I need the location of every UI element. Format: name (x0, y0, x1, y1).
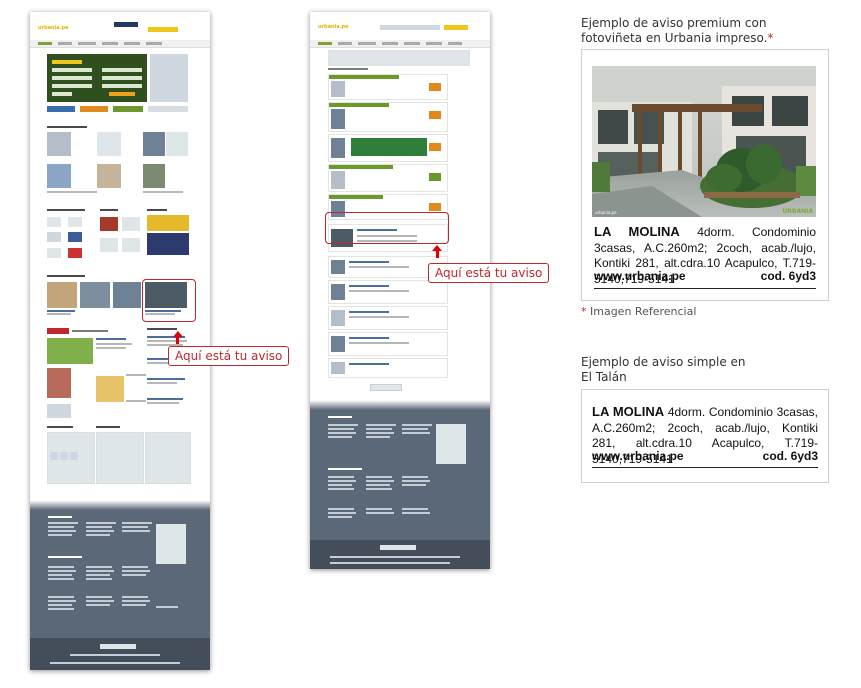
footer-bottom (310, 540, 490, 569)
listing-banner (328, 134, 448, 162)
results-screenshot: urbania.pe (310, 12, 490, 569)
header-banner (444, 25, 468, 30)
image-footnote: * Imagen Referencial (581, 305, 696, 318)
quick-link-blue (47, 106, 75, 112)
main-nav (30, 40, 210, 48)
premium-caption-asterisk: * (767, 31, 774, 45)
simple-caption: Ejemplo de aviso simple en El Talán (581, 355, 746, 385)
section-featured-projects (47, 126, 87, 128)
house-photo (592, 66, 816, 217)
main-nav (310, 40, 490, 48)
site-header: urbania.pe (310, 12, 490, 41)
sidebar-box (145, 432, 191, 484)
header-search (380, 25, 440, 30)
photo-credit: urbania.pe (595, 210, 617, 215)
section-real-estate-companies (47, 209, 85, 211)
project-thumb (97, 132, 121, 156)
footer-bottom (30, 638, 210, 670)
homepage-screenshot: urbania.pe (30, 12, 210, 670)
project-thumb (47, 164, 71, 188)
skyline (310, 396, 490, 410)
project-thumb (166, 132, 188, 156)
section-facebook (47, 426, 73, 428)
section-twitter (96, 426, 120, 428)
quick-link-orange (80, 106, 108, 112)
premium-ad-box: urbania.pe URBANIA LA MOLINA 4dorm. Cond… (581, 49, 829, 301)
premium-ad-rule (594, 288, 816, 289)
callout-home: Aquí está tu aviso (168, 346, 290, 366)
listing (328, 280, 448, 304)
listing (328, 358, 448, 378)
site-footer (30, 510, 210, 638)
simple-caption-line2: El Talán (581, 370, 627, 384)
simple-ad-rule (592, 467, 818, 468)
highlight-box-home (142, 279, 196, 322)
site-footer (310, 410, 490, 540)
premium-ad-lead: LA MOLINA (594, 224, 680, 239)
project-thumb (143, 132, 165, 156)
listing-premium (328, 102, 448, 132)
photo-stamp: URBANIA (782, 208, 813, 215)
site-header: urbania.pe (30, 12, 210, 41)
project-thumb (97, 164, 121, 188)
casa-mas-logo (47, 328, 69, 334)
services-banner (147, 233, 189, 255)
quick-link-grey (148, 106, 188, 112)
property-search-panel (47, 54, 147, 102)
premium-caption-line2: fotoviñeta en Urbania impreso. (581, 31, 768, 45)
header-banner (148, 27, 178, 32)
arrow-home (176, 337, 179, 344)
promo-banner (150, 54, 188, 102)
site-logo: urbania.pe (318, 24, 349, 30)
footnote-asterisk: * (581, 305, 587, 318)
header-search-button (114, 22, 138, 27)
simple-ad-code: cod. 6yd3 (762, 449, 818, 463)
load-more-button (370, 384, 402, 391)
services-banner (147, 215, 189, 231)
footnote-text: Imagen Referencial (590, 305, 697, 318)
skyline (30, 496, 210, 510)
premium-caption: Ejemplo de aviso premium con fotoviñeta … (581, 16, 773, 46)
site-logo: urbania.pe (38, 25, 69, 31)
listing (328, 332, 448, 356)
project-thumb (143, 164, 165, 188)
highlight-box-results (325, 212, 449, 244)
listing (328, 306, 448, 330)
arrow-results-head (432, 245, 442, 251)
premium-ad-photo: urbania.pe URBANIA (592, 66, 816, 217)
section-featured-listings (47, 275, 85, 277)
arrow-results (435, 251, 439, 258)
simple-ad-lead: LA MOLINA (592, 404, 665, 419)
twitter-widget (96, 432, 144, 484)
premium-ad-url: www.urbania.pe (594, 269, 686, 283)
section-agents (100, 209, 118, 211)
section-services (147, 209, 167, 211)
simple-ad-box: LA MOLINA 4dorm. Condominio 3casas, A.C.… (581, 389, 829, 483)
listing-premium (328, 74, 448, 100)
listing-premium (328, 164, 448, 192)
project-thumb (47, 132, 71, 156)
arrow-home-head (172, 331, 183, 337)
filter-bar (328, 50, 470, 66)
premium-caption-line1: Ejemplo de aviso premium con (581, 16, 767, 30)
premium-ad-code: cod. 6yd3 (760, 269, 816, 283)
quick-link-green (113, 106, 143, 112)
section-news (147, 328, 177, 330)
simple-caption-line1: Ejemplo de aviso simple en (581, 355, 746, 369)
callout-results: Aquí está tu aviso (428, 263, 550, 283)
simple-ad-url: www.urbania.pe (592, 449, 684, 463)
